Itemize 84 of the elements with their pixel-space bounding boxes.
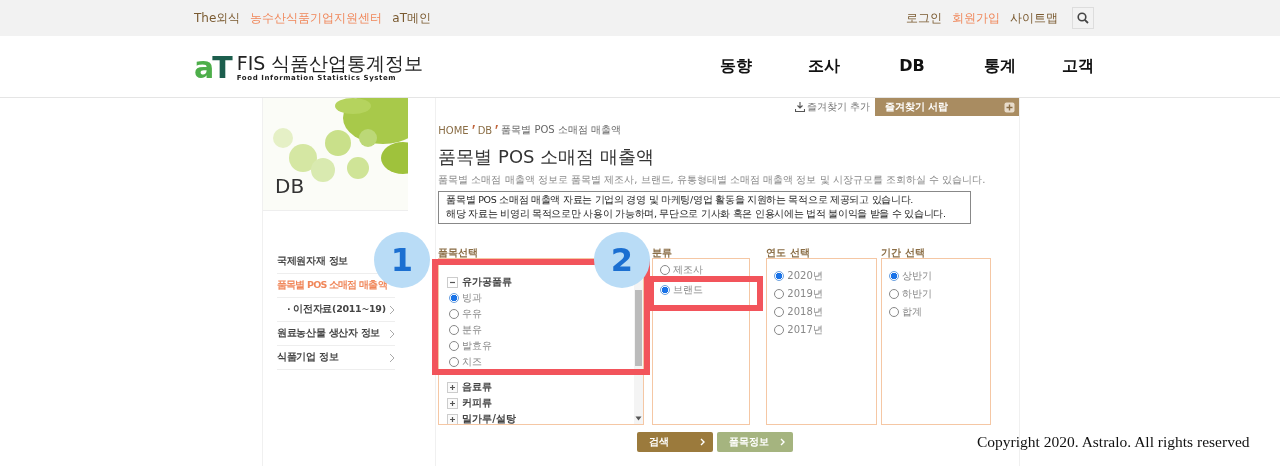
separator-icon [471,125,475,131]
action-button[interactable]: 검색 [637,432,714,452]
plus-icon [1004,101,1015,113]
notice-text: 해당 자료는 비영리 목적으로만 사용이 가능하며, 무단으로 기사화 혹은 인용시에는 법적 불이익을 받을 수 있습니다. [446,207,947,221]
page-title: 품목별 POS 소매점 매출액 [438,146,655,168]
down-arrow-icon [635,416,643,421]
chevron-icon [389,352,395,363]
search-button[interactable] [1072,7,1094,29]
search-icon [1077,12,1089,24]
expand-icon[interactable] [447,381,459,393]
copyright-text: Copyright 2020. Astralo. All rights reserved [977,433,1250,451]
add-favorite-link[interactable]: 즐겨찾기 추가 [794,100,870,114]
breadcrumb-link[interactable]: DB [477,124,493,136]
collapse-icon[interactable] [447,276,459,288]
logo-letter: a [194,53,213,82]
separator-icon [495,125,499,131]
nav-item[interactable]: 동향 [692,56,780,77]
site-title: FIS 식품산업통계정보 [236,51,424,74]
option-label: 우유 [462,307,483,321]
radio-button[interactable] [449,293,460,303]
sidebar-item[interactable]: 국제원자재 정보 [277,255,348,268]
option-label: 2020년 [787,269,823,283]
chevron-icon [389,304,395,315]
logo-letter: T [212,53,231,82]
option-label: 제조사 [673,263,704,277]
tree-item[interactable]: 음료류 [462,380,493,394]
top-link[interactable]: The외식 [194,9,241,27]
top-link[interactable]: 로그인 [906,9,942,27]
option-label: 2017년 [787,323,823,337]
radio-button[interactable] [889,271,900,281]
radio-button[interactable] [774,307,785,317]
expand-icon[interactable] [447,413,459,424]
banner-title: DB [275,174,305,198]
breadcrumb-link[interactable]: HOME [438,124,469,136]
top-link[interactable]: 사이트맵 [1010,9,1058,27]
tree-item[interactable]: 커피류 [462,396,493,410]
expand-icon[interactable] [447,397,459,409]
radio-button[interactable] [774,325,785,335]
nav-item[interactable]: 조사 [780,56,868,77]
top-link[interactable]: aT메인 [392,9,431,27]
step-number-badge: 2 [594,232,650,288]
option-label: 상반기 [902,269,933,283]
option-label: 브랜드 [673,283,704,297]
scrollbar-thumb[interactable] [635,290,643,366]
tree-item[interactable]: 밀가루/설탕 [462,412,516,424]
option-label: 빙과 [462,291,483,305]
column-heading: 분류 [652,246,674,259]
plus-icon [448,398,458,408]
radio-button[interactable] [449,341,460,351]
radio-button[interactable] [660,285,671,295]
radio-button[interactable] [449,325,460,335]
radio-button[interactable] [449,357,460,367]
chevron-icon [700,438,706,446]
chevron-icon [389,328,395,339]
nav-item[interactable]: 고객 [1044,56,1094,77]
chevron-icon [780,438,786,446]
download-icon [794,102,805,112]
radio-button[interactable] [660,265,671,275]
column-heading: 연도 선택 [766,246,811,259]
option-label: 분유 [462,323,483,337]
option-label: 하반기 [902,287,933,301]
radio-button[interactable] [889,289,900,299]
notice-text: 품목별 POS 소매점 매출액 자료는 기업의 경영 및 마케팅/영업 활동을 지원하는 목적으로 제공되고 있습니다. [446,193,915,207]
nav-item[interactable]: DB [868,56,956,77]
radio-button[interactable] [889,307,900,317]
option-label: 합계 [902,305,923,319]
sidebar-item[interactable]: 원료농산물 생산자 정보 [277,327,395,340]
sidebar-item[interactable]: · 이전자료(2011~19) [277,303,395,316]
plus-icon [448,414,458,424]
option-label: 2019년 [787,287,823,301]
option-label: 발효유 [462,339,493,353]
column-heading: 품목선택 [438,246,480,259]
option-label: 치즈 [462,355,483,369]
tree-item[interactable]: 유가공품류 [462,275,513,289]
breadcrumb-link[interactable]: 품목별 POS 소매점 매출액 [501,123,621,137]
radio-button[interactable] [449,309,460,319]
sidebar-item[interactable]: 식품기업 정보 [277,351,395,364]
plus-icon [448,382,458,392]
nav-item[interactable]: 통계 [956,56,1044,77]
radio-button[interactable] [774,271,785,281]
radio-button[interactable] [774,289,785,299]
column-heading: 기간 선택 [881,246,926,259]
option-label: 2018년 [787,305,823,319]
page-description: 품목별 소매점 매출액 정보로 품목별 제조사, 브랜드, 유통형태별 소매점 매출액 정보 및 시장규모를 조회하실 수 있습니다. [438,174,987,186]
